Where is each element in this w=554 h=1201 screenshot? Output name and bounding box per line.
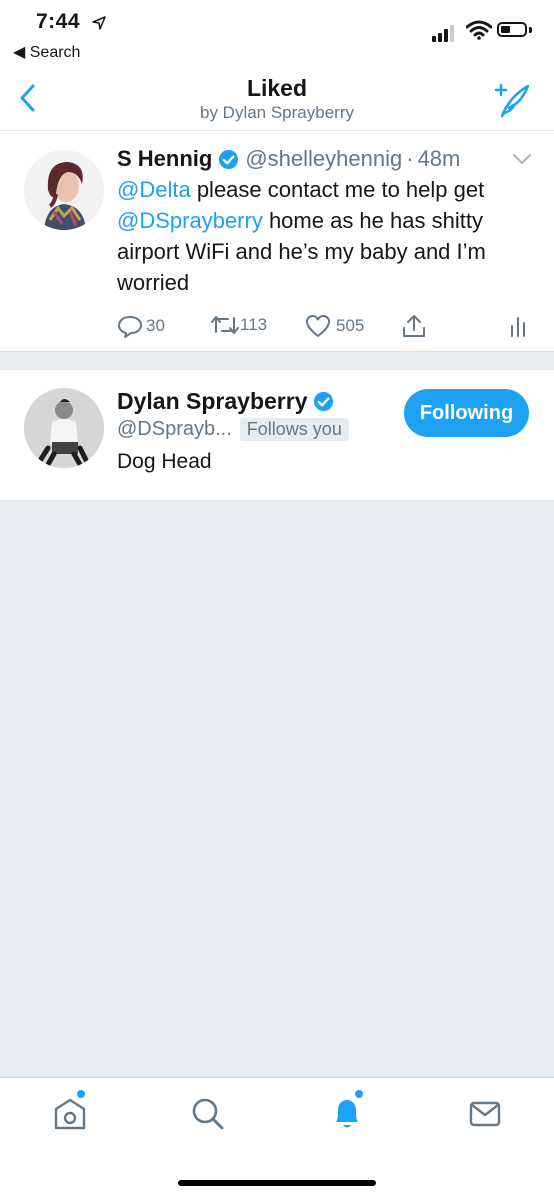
battery-nub bbox=[529, 27, 532, 33]
reply-button[interactable]: 30 bbox=[117, 314, 165, 338]
retweet-count: 113 bbox=[240, 315, 268, 334]
user-avatar[interactable] bbox=[24, 388, 104, 468]
verified-badge-icon bbox=[219, 149, 239, 169]
mention-link[interactable]: @DSprayberry bbox=[117, 208, 263, 233]
home-icon[interactable] bbox=[52, 1092, 88, 1132]
author-photo bbox=[24, 150, 104, 230]
page-title: Liked bbox=[246, 75, 308, 101]
following-button[interactable]: Following bbox=[404, 389, 529, 437]
user-handle[interactable]: @DSprayb... bbox=[117, 418, 232, 441]
share-button[interactable] bbox=[401, 314, 427, 338]
retweet-icon bbox=[211, 316, 239, 334]
tweet-time: 48m bbox=[417, 146, 461, 171]
battery-icon bbox=[497, 22, 527, 37]
reply-icon bbox=[118, 316, 142, 338]
tweet-author-handle[interactable]: @shelleyhennig bbox=[245, 146, 402, 172]
like-button[interactable]: 505 bbox=[305, 314, 364, 338]
chevron-down-icon[interactable] bbox=[512, 152, 532, 166]
tweet-author-name[interactable]: S Hennig bbox=[117, 146, 212, 172]
tweet-author-avatar[interactable] bbox=[24, 150, 104, 230]
notifications-dot bbox=[355, 1090, 363, 1098]
home-indicator[interactable] bbox=[178, 1180, 376, 1186]
home-notification-dot bbox=[77, 1090, 85, 1098]
share-icon bbox=[403, 315, 425, 337]
like-count: 505 bbox=[336, 316, 365, 335]
search-icon[interactable] bbox=[191, 1097, 225, 1131]
wifi-icon bbox=[466, 20, 492, 40]
retweet-button[interactable]: 113 bbox=[211, 314, 267, 336]
user-display-name[interactable]: Dylan Sprayberry bbox=[117, 388, 307, 415]
section-divider bbox=[0, 352, 554, 370]
messages-envelope-icon[interactable] bbox=[469, 1100, 501, 1128]
verified-badge-icon bbox=[314, 391, 334, 412]
location-arrow-icon bbox=[92, 16, 106, 30]
tweet-separator: · bbox=[406, 146, 414, 171]
cellular-signal-icon bbox=[432, 25, 454, 42]
heart-icon bbox=[306, 315, 330, 337]
mention-link[interactable]: @Delta bbox=[117, 177, 191, 202]
reply-count: 30 bbox=[146, 316, 165, 335]
user-handle-row: @DSprayb... Follows you bbox=[117, 418, 349, 441]
status-time: 7:44 bbox=[36, 10, 81, 33]
tweet-text-segment: please contact me to help get bbox=[190, 177, 485, 202]
notifications-bell-icon[interactable] bbox=[330, 1092, 364, 1132]
follows-you-badge: Follows you bbox=[239, 418, 349, 441]
user-photo bbox=[24, 388, 104, 468]
page-subtitle: by Dylan Sprayberry bbox=[199, 103, 354, 122]
analytics-icon bbox=[511, 317, 525, 337]
tweet-actions: 30 113 505 bbox=[117, 314, 537, 338]
analytics-button[interactable] bbox=[509, 314, 527, 338]
user-name-row: Dylan Sprayberry bbox=[117, 388, 340, 415]
battery-level bbox=[501, 26, 510, 33]
back-to-search-link[interactable]: ◀ Search bbox=[13, 42, 80, 62]
user-bio: Dog Head bbox=[117, 450, 212, 473]
tweet-header: S Hennig @shelleyhennig · 48m bbox=[117, 146, 460, 172]
tweet-text: @Delta please contact me to help get @DS… bbox=[117, 174, 537, 298]
compose-tweet-icon[interactable] bbox=[492, 80, 532, 120]
